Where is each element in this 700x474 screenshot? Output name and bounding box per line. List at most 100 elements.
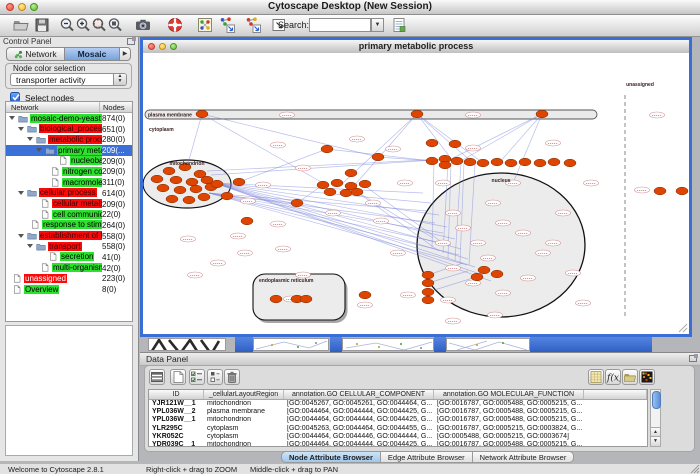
new-network-selected-edges-button[interactable]	[244, 16, 262, 34]
network-canvas[interactable]: plasma membranecytoplasmmitochondrionnuc…	[143, 53, 689, 334]
graph-edge[interactable]	[417, 114, 453, 161]
float-panel-icon[interactable]	[127, 38, 135, 45]
table-cell[interactable]: [GO:0044464, GO:0044446, GO:0044444, G..…	[284, 433, 434, 441]
network-frame-titlebar[interactable]: primary metabolic process	[143, 40, 689, 54]
tree-row-cellular-process[interactable]: cellular process614(0)	[6, 188, 132, 199]
graph-node[interactable]	[190, 185, 202, 193]
tree-row-mosaic-demo-yeast[interactable]: mosaic-demo-yeast874(0)	[6, 113, 132, 124]
tree-row-cell-communicat[interactable]: cell communicat22(0)	[6, 209, 132, 220]
create-attribute-button[interactable]	[170, 369, 186, 385]
tab-mosaic[interactable]: Mosaic	[64, 47, 120, 61]
tree-row-secretion[interactable]: secretion41(0)	[6, 252, 132, 263]
graph-node[interactable]	[163, 167, 175, 175]
table-cell[interactable]	[584, 416, 647, 424]
tree-col-nodes[interactable]: Nodes	[103, 103, 125, 112]
window-resize-grip[interactable]	[690, 464, 700, 474]
disclosure-triangle-icon[interactable]	[18, 191, 24, 195]
disclosure-triangle-icon[interactable]	[27, 244, 33, 248]
table-cell[interactable]	[584, 441, 647, 447]
graph-node-label[interactable]	[256, 182, 271, 188]
background-window-sliver[interactable]	[446, 338, 530, 351]
graph-node[interactable]	[439, 161, 451, 169]
graph-node-label[interactable]	[486, 200, 501, 206]
table-cell[interactable]: YDR039C__1	[149, 441, 204, 447]
heatmap-view-button[interactable]	[639, 369, 655, 385]
graph-node[interactable]	[345, 169, 357, 177]
table-cell[interactable]: [GO:0016787, GO:0005488, GO:0005215, G..…	[434, 408, 584, 416]
graph-node-label[interactable]	[241, 198, 256, 204]
background-window-sliver[interactable]	[342, 338, 434, 351]
graph-node[interactable]	[174, 186, 186, 194]
graph-node[interactable]	[471, 273, 483, 281]
table-cell[interactable]: cytoplasm	[204, 433, 284, 441]
graph-edge[interactable]	[461, 114, 542, 161]
graph-node-label[interactable]	[650, 112, 665, 118]
table-cell[interactable]: YKR052C	[149, 433, 204, 441]
graph-node-label[interactable]	[296, 165, 311, 171]
graph-node-label[interactable]	[358, 302, 373, 308]
graph-node-label[interactable]	[238, 250, 253, 256]
disclosure-triangle-icon[interactable]	[27, 137, 33, 141]
close-window-button[interactable]	[6, 3, 14, 11]
graph-node[interactable]	[166, 195, 178, 203]
tab-overflow-arrow[interactable]: ▶	[120, 47, 131, 61]
graph-node[interactable]	[536, 110, 548, 118]
background-window-overview[interactable]	[148, 338, 226, 351]
background-window-sliver[interactable]	[253, 338, 329, 351]
graph-node-label[interactable]	[521, 275, 536, 281]
table-cell[interactable]	[584, 408, 647, 416]
graph-node[interactable]	[505, 159, 517, 167]
tab-network-attribute-browser[interactable]: Network Attribute Browser	[473, 451, 575, 463]
graph-node[interactable]	[359, 180, 371, 188]
graph-node[interactable]	[321, 145, 333, 153]
frame-zoom-button[interactable]	[170, 43, 177, 50]
import-attributes-button[interactable]	[390, 16, 408, 34]
tab-edge-attribute-browser[interactable]: Edge Attribute Browser	[381, 451, 473, 463]
graph-node[interactable]	[422, 288, 434, 296]
table-cell[interactable]: [GO:0045267, GO:0045261, GO:0044464, G..…	[284, 400, 434, 408]
graph-node-label[interactable]	[211, 260, 226, 266]
tree-row-transport[interactable]: transport558(0)	[6, 241, 132, 252]
tree-row-cellular-metabol[interactable]: cellular metabol209(0)	[6, 199, 132, 210]
graph-node-label[interactable]	[386, 146, 401, 152]
graph-node-label[interactable]	[456, 225, 471, 231]
graph-node[interactable]	[426, 157, 438, 165]
disclosure-triangle-icon[interactable]	[18, 127, 24, 131]
graph-node[interactable]	[324, 188, 336, 196]
table-cell[interactable]: [GO:0044464, GO:0044444, GO:0044425, G..…	[284, 408, 434, 416]
region-plasma-membrane[interactable]	[145, 110, 597, 119]
table-row[interactable]: YLR295Ccytoplasm[GO:0045263, GO:0044464,…	[149, 425, 647, 433]
graph-edge[interactable]	[449, 114, 542, 160]
table-cell[interactable]: mitochondrion	[204, 416, 284, 424]
graph-node-label[interactable]	[556, 210, 571, 216]
table-cell[interactable]: cytoplasm	[204, 425, 284, 433]
scrollbar-thumb[interactable]	[652, 391, 661, 409]
select-attributes-button[interactable]	[149, 369, 165, 385]
table-row[interactable]: YDR039C__1mitochondrion[GO:0044464, GO:0…	[149, 441, 647, 447]
graph-node-label[interactable]	[496, 220, 511, 226]
table-column-header[interactable]: _cellularLayoutRegion	[204, 390, 284, 399]
table-cell[interactable]: mitochondrion	[204, 400, 284, 408]
table-cell[interactable]	[584, 400, 647, 408]
graph-node[interactable]	[233, 178, 245, 186]
tree-row-multi-organism-pro[interactable]: multi-organism pro42(0)	[6, 263, 132, 274]
graph-node-label[interactable]	[488, 312, 503, 318]
graph-node[interactable]	[491, 270, 503, 278]
graph-node-label[interactable]	[231, 233, 246, 239]
graph-node[interactable]	[340, 189, 352, 197]
graph-node[interactable]	[270, 295, 282, 303]
graph-node[interactable]	[186, 178, 198, 186]
graph-node[interactable]	[157, 184, 169, 192]
graph-node-label[interactable]	[366, 200, 381, 206]
background-window-edge[interactable]	[235, 337, 253, 352]
float-data-panel-icon[interactable]	[689, 355, 697, 362]
open-file-button[interactable]	[12, 16, 30, 34]
graph-node[interactable]	[300, 295, 312, 303]
graph-node[interactable]	[564, 159, 576, 167]
graph-node[interactable]	[491, 158, 503, 166]
graph-node-label[interactable]	[374, 218, 389, 224]
graph-node-label[interactable]	[436, 240, 451, 246]
table-column-header[interactable]: ID	[149, 390, 204, 399]
graph-node[interactable]	[221, 192, 233, 200]
network-overview-button[interactable]	[196, 16, 214, 34]
